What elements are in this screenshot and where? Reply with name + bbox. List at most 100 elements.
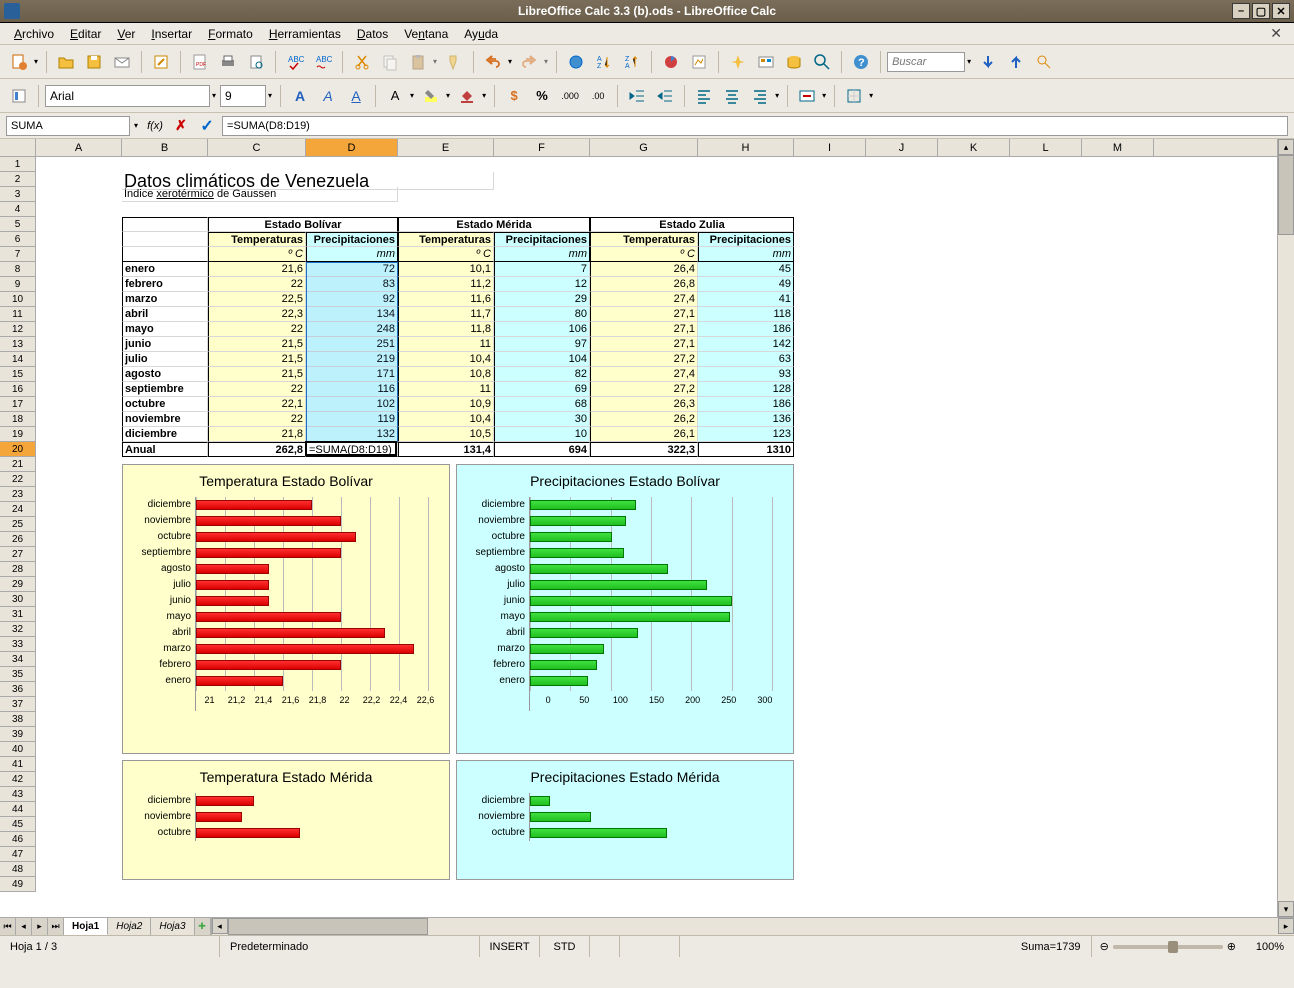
add-decimal-icon[interactable]: .000 bbox=[557, 83, 583, 109]
cell-F19[interactable]: 10 bbox=[494, 427, 590, 442]
cell-B11[interactable]: abril bbox=[122, 307, 208, 322]
sort-desc-icon[interactable]: ZA bbox=[619, 49, 645, 75]
undo-icon[interactable] bbox=[480, 49, 506, 75]
cell-G18[interactable]: 26,2 bbox=[590, 412, 698, 427]
redo-icon[interactable] bbox=[516, 49, 542, 75]
cell-C8[interactable]: 21,6 bbox=[208, 262, 306, 277]
cell-H11[interactable]: 118 bbox=[698, 307, 794, 322]
row-header-28[interactable]: 28 bbox=[0, 562, 36, 577]
row-headers[interactable]: 1234567891011121314151617181920212223242… bbox=[0, 157, 36, 892]
row-header-39[interactable]: 39 bbox=[0, 727, 36, 742]
cell-F7[interactable]: mm bbox=[494, 247, 590, 262]
row-header-25[interactable]: 25 bbox=[0, 517, 36, 532]
cell-G19[interactable]: 26,1 bbox=[590, 427, 698, 442]
sheet-tab-hoja1[interactable]: Hoja1 bbox=[64, 918, 108, 935]
percent-icon[interactable]: % bbox=[529, 83, 555, 109]
menu-herramientas[interactable]: Herramientas bbox=[261, 25, 349, 43]
add-sheet-button[interactable]: ✚ bbox=[195, 918, 211, 935]
cell-H16[interactable]: 128 bbox=[698, 382, 794, 397]
cell-C7[interactable]: º C bbox=[208, 247, 306, 262]
name-box-dropdown[interactable]: ▾ bbox=[132, 121, 140, 130]
cell-B18[interactable]: noviembre bbox=[122, 412, 208, 427]
cell-E6[interactable]: Temperaturas bbox=[398, 232, 494, 247]
hscroll-thumb[interactable] bbox=[228, 918, 428, 935]
find-prev-icon[interactable] bbox=[1003, 49, 1029, 75]
scroll-up-button[interactable]: ▴ bbox=[1278, 139, 1294, 155]
minimize-button[interactable]: – bbox=[1232, 3, 1250, 19]
cell-C10[interactable]: 22,5 bbox=[208, 292, 306, 307]
print-icon[interactable] bbox=[215, 49, 241, 75]
cell-F10[interactable]: 29 bbox=[494, 292, 590, 307]
cell-D6[interactable]: Precipitaciones bbox=[306, 232, 398, 247]
cell-H19[interactable]: 123 bbox=[698, 427, 794, 442]
cell-G12[interactable]: 27,1 bbox=[590, 322, 698, 337]
row-header-8[interactable]: 8 bbox=[0, 262, 36, 277]
bg-color-icon[interactable] bbox=[454, 83, 480, 109]
paste-dropdown[interactable]: ▾ bbox=[431, 57, 439, 66]
cell-C14[interactable]: 21,5 bbox=[208, 352, 306, 367]
cell-B8[interactable]: enero bbox=[122, 262, 208, 277]
zoom-in-icon[interactable]: ⊕ bbox=[1227, 940, 1236, 953]
zoom-out-icon[interactable]: ⊖ bbox=[1100, 940, 1109, 953]
save-icon[interactable] bbox=[81, 49, 107, 75]
row-header-45[interactable]: 45 bbox=[0, 817, 36, 832]
cell-D14[interactable]: 219 bbox=[306, 352, 398, 367]
row-header-35[interactable]: 35 bbox=[0, 667, 36, 682]
borders-icon[interactable] bbox=[841, 83, 867, 109]
chart-precipitaciones-estado-mérida[interactable]: Precipitaciones Estado Méridadiciembreno… bbox=[456, 760, 794, 880]
accept-formula-icon[interactable]: ✓ bbox=[196, 116, 218, 136]
cell-D19[interactable]: 132 bbox=[306, 427, 398, 442]
cell-F14[interactable]: 104 bbox=[494, 352, 590, 367]
row-header-38[interactable]: 38 bbox=[0, 712, 36, 727]
menu-ayuda[interactable]: Ayuda bbox=[456, 25, 506, 43]
row-header-26[interactable]: 26 bbox=[0, 532, 36, 547]
row-header-49[interactable]: 49 bbox=[0, 877, 36, 892]
horizontal-scrollbar[interactable]: ◂ ▸ bbox=[211, 918, 1294, 935]
email-icon[interactable] bbox=[109, 49, 135, 75]
spellcheck-icon[interactable]: ABC bbox=[282, 49, 308, 75]
cell-G17[interactable]: 26,3 bbox=[590, 397, 698, 412]
row-header-14[interactable]: 14 bbox=[0, 352, 36, 367]
menu-archivo[interactable]: Archivo bbox=[6, 25, 62, 43]
row-header-42[interactable]: 42 bbox=[0, 772, 36, 787]
row-header-9[interactable]: 9 bbox=[0, 277, 36, 292]
row-header-29[interactable]: 29 bbox=[0, 577, 36, 592]
cell-C15[interactable]: 21,5 bbox=[208, 367, 306, 382]
vertical-scrollbar[interactable]: ▴ ▾ bbox=[1277, 139, 1294, 917]
cell-F20[interactable]: 694 bbox=[494, 442, 590, 457]
row-header-5[interactable]: 5 bbox=[0, 217, 36, 232]
row-header-16[interactable]: 16 bbox=[0, 382, 36, 397]
decrease-indent-icon[interactable] bbox=[624, 83, 650, 109]
row-header-11[interactable]: 11 bbox=[0, 307, 36, 322]
row-header-6[interactable]: 6 bbox=[0, 232, 36, 247]
cell-B5[interactable] bbox=[122, 217, 208, 232]
row-header-4[interactable]: 4 bbox=[0, 202, 36, 217]
datasources-icon[interactable] bbox=[781, 49, 807, 75]
row-header-34[interactable]: 34 bbox=[0, 652, 36, 667]
chart-precipitaciones-estado-bolívar[interactable]: Precipitaciones Estado Bolívardiciembren… bbox=[456, 464, 794, 754]
row-header-40[interactable]: 40 bbox=[0, 742, 36, 757]
col-header-A[interactable]: A bbox=[36, 139, 122, 156]
col-header-G[interactable]: G bbox=[590, 139, 698, 156]
cell-C12[interactable]: 22 bbox=[208, 322, 306, 337]
cell-G7[interactable]: º C bbox=[590, 247, 698, 262]
cell-E15[interactable]: 10,8 bbox=[398, 367, 494, 382]
sort-asc-icon[interactable]: AZ bbox=[591, 49, 617, 75]
cell-E13[interactable]: 11 bbox=[398, 337, 494, 352]
col-header-I[interactable]: I bbox=[794, 139, 866, 156]
edit-mode-icon[interactable] bbox=[148, 49, 174, 75]
paste-icon[interactable] bbox=[405, 49, 431, 75]
cell-B12[interactable]: mayo bbox=[122, 322, 208, 337]
tab-first-button[interactable]: ⏮ bbox=[0, 918, 16, 935]
row-header-17[interactable]: 17 bbox=[0, 397, 36, 412]
font-color-icon[interactable]: A bbox=[382, 83, 408, 109]
cell-B20[interactable]: Anual bbox=[122, 442, 208, 457]
cell-D7[interactable]: mm bbox=[306, 247, 398, 262]
row-header-41[interactable]: 41 bbox=[0, 757, 36, 772]
cell-grid[interactable]: Datos climáticos de VenezuelaÍndice xero… bbox=[36, 157, 1277, 917]
find-dropdown[interactable]: ▾ bbox=[965, 57, 973, 66]
row-header-1[interactable]: 1 bbox=[0, 157, 36, 172]
cell-E17[interactable]: 10,9 bbox=[398, 397, 494, 412]
cell-H10[interactable]: 41 bbox=[698, 292, 794, 307]
cell-C5[interactable]: Estado Bolívar bbox=[208, 217, 398, 232]
